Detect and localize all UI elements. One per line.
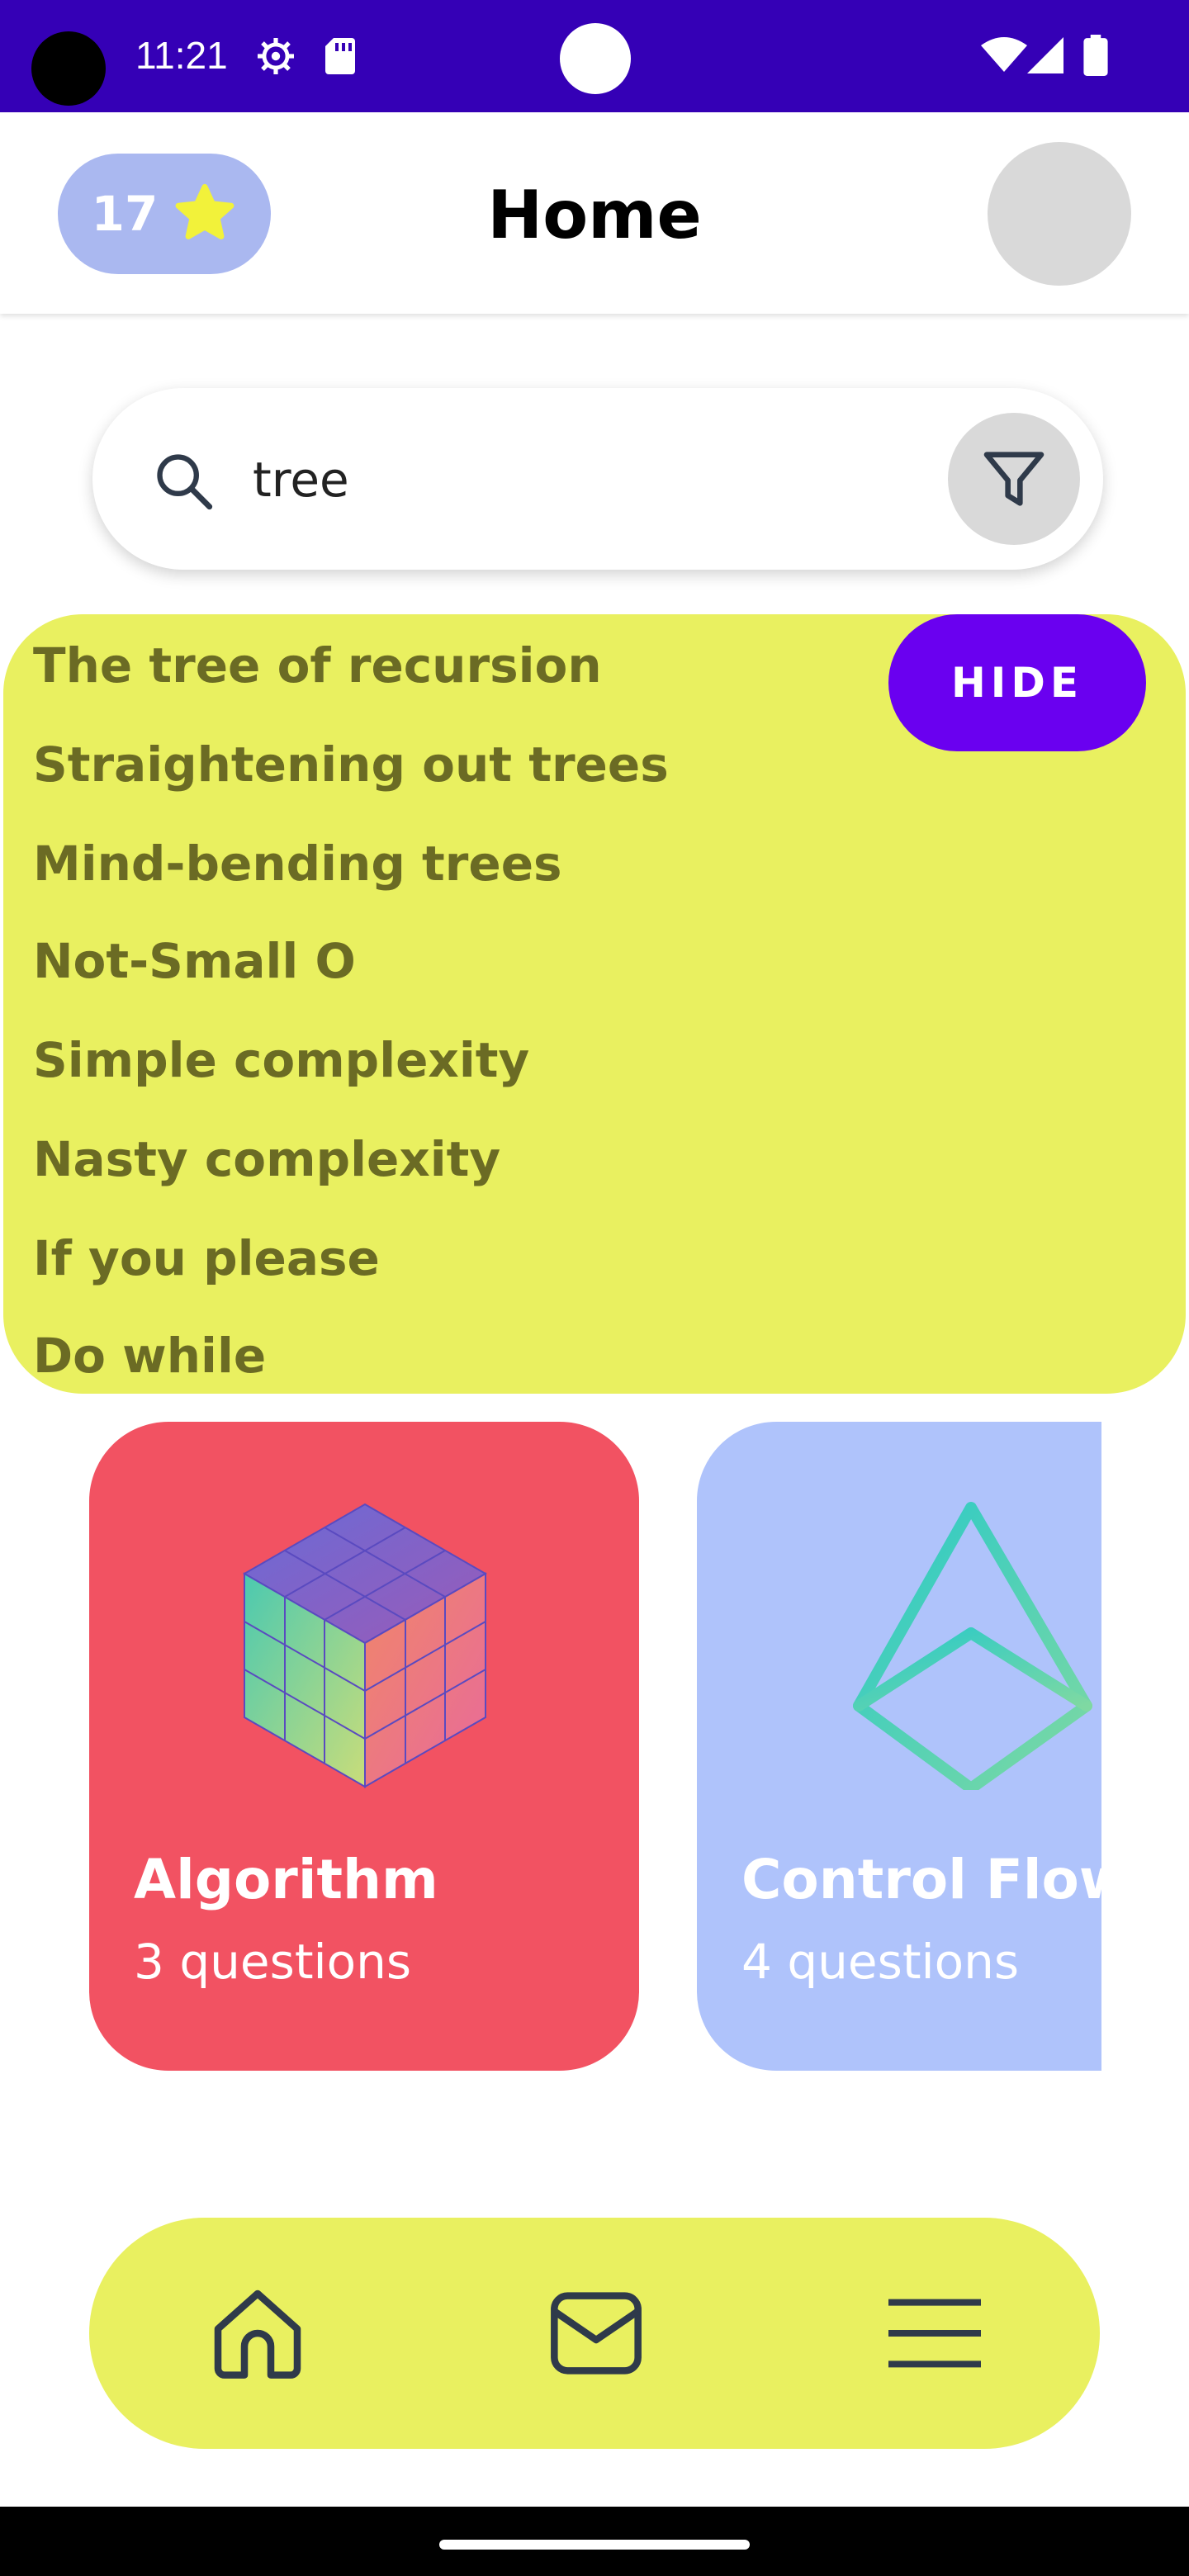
avatar[interactable] [988, 142, 1131, 286]
mail-icon [551, 2292, 642, 2375]
category-question-count: 3 questions [134, 1934, 412, 1990]
pyramid-icon [853, 1502, 1092, 1790]
rubiks-cube-icon [242, 1503, 488, 1788]
suggestion-item[interactable]: Nasty complexity [33, 1131, 500, 1187]
hide-button[interactable]: HIDE [888, 614, 1146, 751]
category-card-algorithm[interactable]: Algorithm 3 questions [89, 1422, 639, 2071]
nav-menu-button[interactable] [877, 2275, 992, 2391]
category-carousel[interactable]: Algorithm 3 questions Control Flow 4 que… [0, 1422, 1189, 2071]
search-icon [157, 454, 213, 510]
category-title: Control Flow [741, 1848, 1101, 1911]
wifi-icon [981, 37, 1027, 72]
battery-icon [1083, 35, 1108, 76]
gesture-handle[interactable] [439, 2540, 750, 2550]
status-bar: 11:21 [0, 0, 1189, 112]
camera-notch [560, 23, 631, 94]
suggestion-item[interactable]: Do while [33, 1328, 266, 1384]
category-title: Algorithm [134, 1848, 438, 1911]
nav-messages-button[interactable] [538, 2275, 654, 2391]
suggestion-item[interactable]: The tree of recursion [33, 637, 602, 694]
suggestion-item[interactable]: Simple complexity [33, 1032, 529, 1088]
suggestion-item[interactable]: Mind-bending trees [33, 836, 562, 892]
search-suggestions: The tree of recursion Straightening out … [3, 614, 1186, 1394]
sd-card-icon [325, 38, 355, 74]
nav-home-button[interactable] [200, 2275, 315, 2391]
search-input[interactable] [251, 438, 931, 522]
app-bar: 17 Home [0, 112, 1189, 314]
category-question-count: 4 questions [741, 1934, 1020, 1990]
filter-icon [983, 452, 1045, 506]
signal-icon [1027, 37, 1063, 73]
suggestion-item[interactable]: If you please [33, 1230, 380, 1286]
camera-cutout [31, 31, 106, 106]
system-gesture-bar [0, 2507, 1189, 2576]
bottom-navigation [89, 2218, 1100, 2449]
search-bar [92, 388, 1103, 570]
suggestion-item[interactable]: Straightening out trees [33, 736, 669, 793]
menu-icon [888, 2299, 981, 2368]
suggestion-item[interactable]: Not-Small O [33, 933, 356, 989]
home-icon [214, 2290, 301, 2379]
settings-icon [258, 38, 294, 74]
status-time: 11:21 [135, 34, 228, 77]
category-card-control-flow[interactable]: Control Flow 4 questions [697, 1422, 1101, 2071]
filter-button[interactable] [948, 413, 1080, 545]
